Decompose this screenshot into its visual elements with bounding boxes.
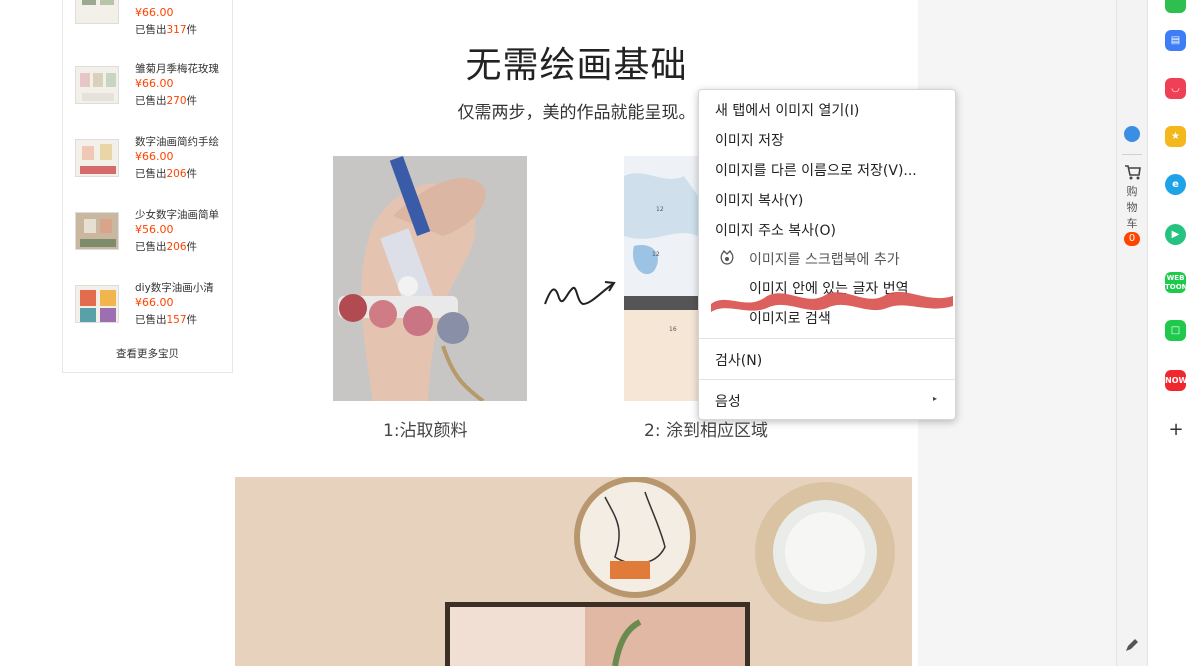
cart-sidebar: [1116, 0, 1148, 666]
menu-save-image[interactable]: 이미지 저장: [715, 130, 784, 150]
product-thumbnail[interactable]: [75, 0, 119, 24]
star-icon[interactable]: ★: [1165, 126, 1186, 147]
svg-text:12: 12: [656, 206, 664, 213]
product-name[interactable]: 少女数字油画简单: [135, 207, 231, 222]
scrapbook-icon: [720, 250, 734, 265]
webtoon-icon[interactable]: WEB TOON: [1165, 272, 1188, 293]
now-icon[interactable]: NOW: [1165, 370, 1187, 391]
product-banner-image[interactable]: [235, 477, 912, 666]
product-item[interactable]: diy数字油画小清 ¥66.00 已售出157件: [75, 280, 231, 340]
plus-icon[interactable]: +: [1166, 420, 1186, 440]
product-name[interactable]: diy数字油画小清: [135, 280, 231, 295]
product-sold: 已售出206件: [135, 168, 198, 180]
briefcase-icon[interactable]: ▤: [1165, 30, 1186, 51]
product-name[interactable]: 数字油画简约手绘: [135, 134, 231, 149]
product-price: ¥56.00: [135, 223, 174, 236]
arrow-icon: [544, 281, 616, 306]
context-menu: 새 탭에서 이미지 열기(I) 이미지 저장 이미지를 다른 이름으로 저장(V…: [698, 89, 956, 420]
svg-text:12: 12: [652, 251, 660, 258]
menu-add-to-scrapbook[interactable]: 이미지를 스크랩북에 추가: [749, 249, 900, 269]
product-thumbnail[interactable]: [75, 139, 119, 177]
product-price: ¥66.00: [135, 6, 174, 19]
menu-inspect[interactable]: 검사(N): [715, 350, 762, 370]
product-item[interactable]: ¥66.00 已售出317件: [75, 0, 231, 56]
product-item[interactable]: 雏菊月季梅花玫瑰 ¥66.00 已售出270件: [75, 61, 231, 121]
product-price: ¥66.00: [135, 77, 174, 90]
product-price: ¥66.00: [135, 150, 174, 163]
play-icon[interactable]: ▶: [1165, 224, 1186, 245]
step2-photo[interactable]: 12 12 16: [624, 156, 698, 401]
chat-icon[interactable]: [1124, 126, 1140, 142]
step1-illustration: [333, 156, 527, 401]
product-sold: 已售出270件: [135, 95, 198, 107]
cart-label[interactable]: 购物车: [1122, 184, 1142, 232]
menu-save-image-as[interactable]: 이미지를 다른 이름으로 저장(V)...: [715, 160, 917, 180]
pocket-icon[interactable]: ◡: [1165, 78, 1186, 99]
product-name[interactable]: 雏菊月季梅花玫瑰: [135, 61, 231, 76]
menu-speech[interactable]: 음성: [715, 391, 741, 411]
product-sold: 已售出157件: [135, 314, 198, 326]
product-item[interactable]: 少女数字油画简单 ¥56.00 已售出206件: [75, 207, 231, 267]
cart-label-text: 购物车: [1126, 185, 1138, 230]
step2-illustration: 12 12 16: [624, 156, 698, 401]
shopping-cart-icon[interactable]: [1124, 164, 1141, 180]
menu-copy-image-address[interactable]: 이미지 주소 복사(O): [715, 220, 836, 240]
shop-recommend-panel: ¥66.00 已售出317件 雏菊月季梅花玫瑰 ¥66.00 已售出270件 数…: [62, 0, 233, 373]
redaction-scribble: [711, 291, 953, 312]
step1-photo[interactable]: [333, 156, 527, 401]
menu-separator: [699, 338, 955, 339]
pencil-icon[interactable]: [1124, 637, 1140, 653]
product-thumbnail[interactable]: [75, 66, 119, 104]
line-icon[interactable]: □: [1165, 320, 1186, 341]
step1-caption: 1:沾取颜料: [383, 421, 468, 441]
product-item[interactable]: 数字油画简约手绘 ¥66.00 已售出206件: [75, 134, 231, 194]
green-app-icon[interactable]: [1165, 0, 1186, 13]
cart-count-badge: 0: [1124, 232, 1140, 246]
menu-separator: [699, 379, 955, 380]
banner-illustration: [235, 477, 912, 666]
submenu-arrow-icon: ▸: [933, 394, 938, 403]
menu-copy-image[interactable]: 이미지 복사(Y): [715, 190, 803, 210]
product-thumbnail[interactable]: [75, 212, 119, 250]
product-sold: 已售出317件: [135, 24, 198, 36]
svg-text:16: 16: [669, 326, 677, 333]
product-thumbnail[interactable]: [75, 285, 119, 323]
menu-open-image-new-tab[interactable]: 새 탭에서 이미지 열기(I): [715, 100, 859, 120]
product-price: ¥66.00: [135, 296, 174, 309]
edge-icon[interactable]: e: [1165, 174, 1186, 195]
divider: [1122, 154, 1142, 155]
page-heading: 无需绘画基础: [465, 45, 688, 86]
see-more-link[interactable]: 查看更多宝贝: [63, 346, 232, 361]
product-sold: 已售出206件: [135, 241, 198, 253]
